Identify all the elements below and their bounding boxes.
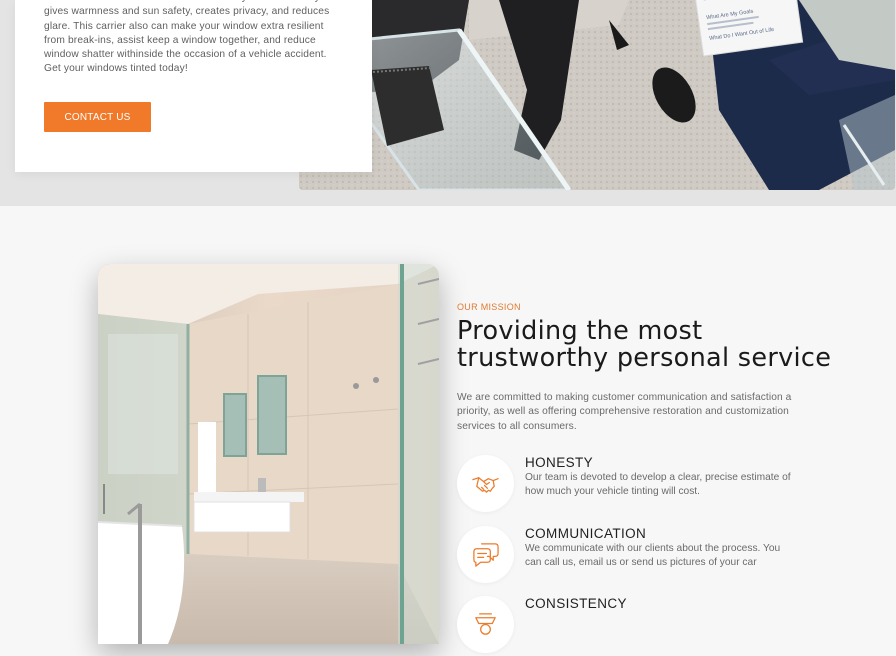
section-title: Providing the most trustworthy personal … xyxy=(457,318,837,371)
feature-title: COMMUNICATION xyxy=(525,526,646,541)
intro-card-text: deflect as much as 99% of the sun's UV r… xyxy=(44,0,344,77)
chat-bubbles-icon xyxy=(457,526,514,583)
handshake-icon xyxy=(457,455,514,512)
feature-title: HONESTY xyxy=(525,455,593,470)
section-eyebrow: OUR MISSION xyxy=(457,302,521,312)
contact-us-button[interactable]: CONTACT US xyxy=(44,102,151,132)
consistency-icon xyxy=(457,596,514,653)
feature-honesty: HONESTY Our team is devoted to develop a… xyxy=(457,455,802,515)
feature-text: Our team is devoted to develop a clear, … xyxy=(525,471,795,500)
feature-communication: COMMUNICATION We communicate with our cl… xyxy=(457,526,802,586)
meeting-photo: What Are My Goals What Do I Want Out of … xyxy=(299,0,895,190)
feature-text: We communicate with our clients about th… xyxy=(525,542,795,571)
section-intro: We are committed to making customer comm… xyxy=(457,391,802,434)
intro-card: deflect as much as 99% of the sun's UV r… xyxy=(15,0,372,172)
feature-consistency: CONSISTENCY xyxy=(457,596,802,656)
feature-title: CONSISTENCY xyxy=(525,596,627,611)
bathroom-photo xyxy=(98,264,439,644)
